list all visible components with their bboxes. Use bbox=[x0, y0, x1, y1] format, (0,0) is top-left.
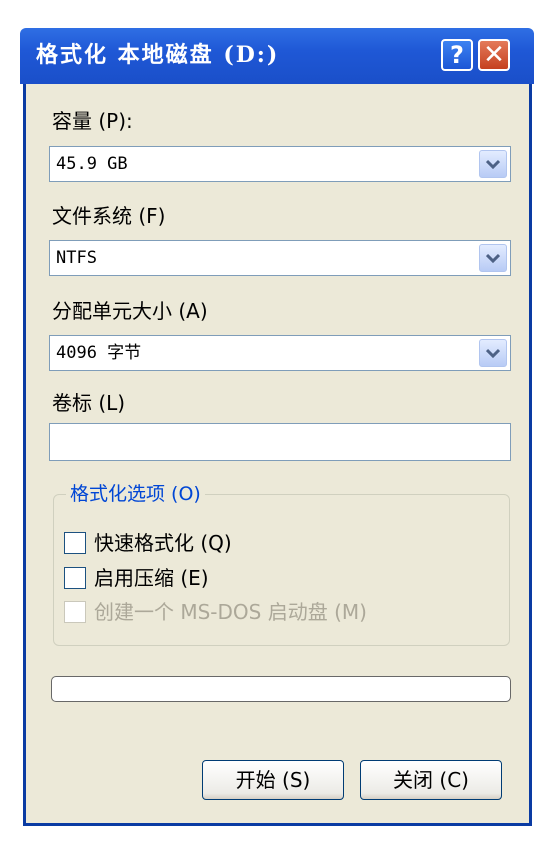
chevron-down-icon[interactable] bbox=[479, 339, 507, 367]
quick-format-checkbox[interactable] bbox=[64, 532, 86, 554]
allocation-unit-select[interactable]: 4096 字节 bbox=[49, 335, 511, 371]
chevron-down-icon[interactable] bbox=[479, 150, 507, 178]
enable-compression-checkbox[interactable] bbox=[64, 567, 86, 589]
capacity-value: 45.9 GB bbox=[56, 154, 128, 174]
chevron-down-icon[interactable] bbox=[479, 244, 507, 272]
close-button[interactable]: 关闭 (C) bbox=[360, 760, 502, 800]
help-icon[interactable]: ? bbox=[441, 39, 473, 71]
ms-dos-startup-label: 创建一个 MS-DOS 启动盘 (M) bbox=[94, 600, 367, 624]
window-title: 格式化 本地磁盘 (D:) bbox=[36, 42, 280, 68]
format-options-title: 格式化选项 (O) bbox=[66, 482, 205, 506]
quick-format-label: 快速格式化 (Q) bbox=[94, 531, 232, 555]
ms-dos-startup-checkbox bbox=[64, 601, 86, 623]
volume-label-input[interactable] bbox=[49, 423, 511, 461]
enable-compression-label: 启用压缩 (E) bbox=[94, 566, 209, 590]
volume-label-label: 卷标 (L) bbox=[52, 391, 126, 415]
allocation-unit-label: 分配单元大小 (A) bbox=[52, 299, 208, 323]
title-bar[interactable]: 格式化 本地磁盘 (D:) ? ✕ bbox=[20, 28, 534, 84]
file-system-label: 文件系统 (F) bbox=[52, 204, 166, 228]
capacity-select[interactable]: 45.9 GB bbox=[49, 146, 511, 182]
file-system-select[interactable]: NTFS bbox=[49, 240, 511, 276]
capacity-label: 容量 (P): bbox=[52, 109, 133, 133]
start-button[interactable]: 开始 (S) bbox=[202, 760, 344, 800]
format-progress-bar bbox=[51, 676, 511, 702]
allocation-unit-value: 4096 字节 bbox=[56, 343, 142, 363]
close-icon[interactable]: ✕ bbox=[478, 39, 510, 71]
file-system-value: NTFS bbox=[56, 248, 97, 268]
